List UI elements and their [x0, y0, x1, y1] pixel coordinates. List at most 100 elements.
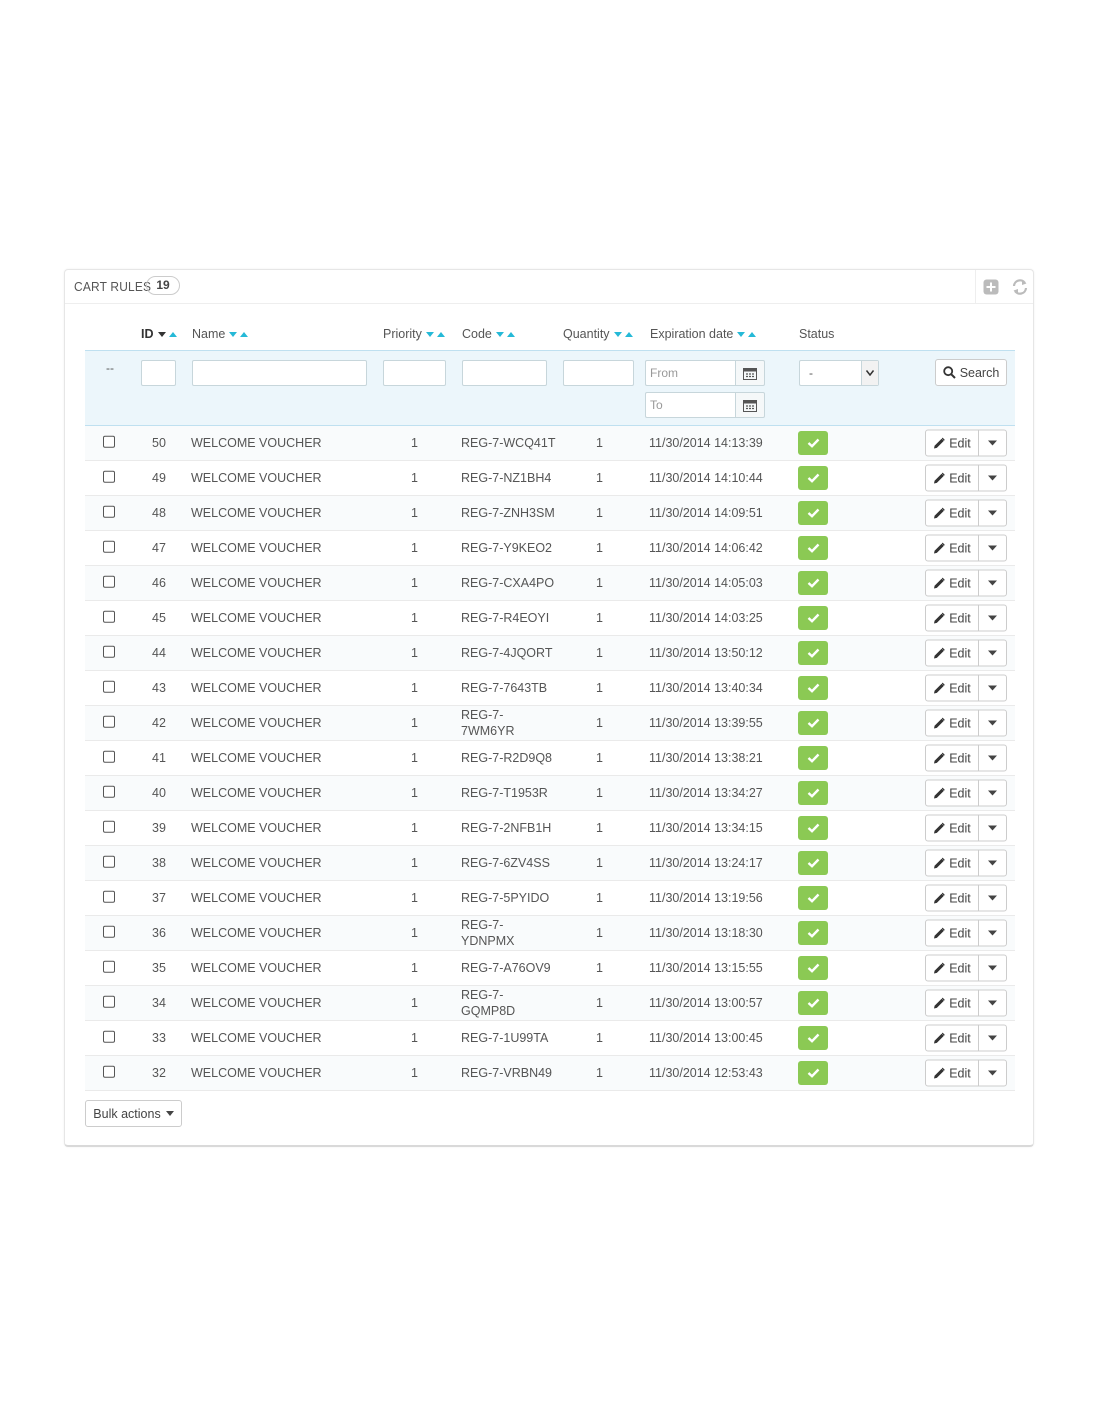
edit-button[interactable]: Edit [925, 744, 979, 772]
sort-controls[interactable] [613, 328, 635, 342]
row-actions-dropdown[interactable] [978, 954, 1007, 982]
edit-button[interactable]: Edit [925, 779, 979, 807]
edit-button[interactable]: Edit [925, 464, 979, 492]
row-actions-dropdown[interactable] [978, 639, 1007, 667]
row-checkbox[interactable] [103, 925, 115, 938]
row-actions-dropdown[interactable] [978, 744, 1007, 772]
table-row: 37 WELCOME VOUCHER 1 REG-7-5PYIDO 1 11/3… [85, 881, 1015, 916]
status-toggle[interactable] [798, 501, 828, 525]
edit-button[interactable]: Edit [925, 709, 979, 737]
row-actions-dropdown[interactable] [978, 464, 1007, 492]
status-toggle[interactable] [798, 606, 828, 630]
row-actions-dropdown[interactable] [978, 884, 1007, 912]
calendar-icon[interactable] [735, 392, 765, 418]
row-actions-dropdown[interactable] [978, 709, 1007, 737]
status-toggle[interactable] [798, 781, 828, 805]
search-button[interactable]: Search [935, 359, 1007, 386]
row-checkbox[interactable] [103, 1030, 115, 1043]
status-toggle[interactable] [798, 711, 828, 735]
status-toggle[interactable] [798, 536, 828, 560]
sort-controls[interactable] [495, 328, 517, 342]
row-checkbox[interactable] [103, 890, 115, 903]
add-new-button[interactable] [982, 278, 1000, 296]
status-toggle[interactable] [798, 641, 828, 665]
row-checkbox[interactable] [103, 750, 115, 763]
row-checkbox[interactable] [103, 470, 115, 483]
date-from-input[interactable] [645, 360, 735, 386]
calendar-icon[interactable] [735, 360, 765, 386]
row-actions-dropdown[interactable] [978, 1059, 1007, 1087]
edit-button[interactable]: Edit [925, 429, 979, 457]
row-checkbox[interactable] [103, 540, 115, 553]
row-actions-dropdown[interactable] [978, 989, 1007, 1017]
status-toggle[interactable] [798, 676, 828, 700]
row-actions-dropdown[interactable] [978, 919, 1007, 947]
sort-controls[interactable] [228, 328, 250, 342]
status-toggle[interactable] [798, 921, 828, 945]
row-checkbox[interactable] [103, 680, 115, 693]
edit-button[interactable]: Edit [925, 534, 979, 562]
row-actions-dropdown[interactable] [978, 569, 1007, 597]
status-toggle[interactable] [798, 886, 828, 910]
row-actions-dropdown[interactable] [978, 429, 1007, 457]
edit-button[interactable]: Edit [925, 639, 979, 667]
filter-id-input[interactable] [141, 360, 176, 386]
row-checkbox[interactable] [103, 645, 115, 658]
row-actions-dropdown[interactable] [978, 1024, 1007, 1052]
edit-button[interactable]: Edit [925, 814, 979, 842]
row-checkbox[interactable] [103, 435, 115, 448]
status-toggle[interactable] [798, 956, 828, 980]
status-toggle[interactable] [798, 431, 828, 455]
row-actions-dropdown[interactable] [978, 814, 1007, 842]
sort-controls[interactable] [736, 328, 758, 342]
filter-code-input[interactable] [462, 360, 547, 386]
edit-button[interactable]: Edit [925, 674, 979, 702]
row-checkbox[interactable] [103, 820, 115, 833]
status-toggle[interactable] [798, 816, 828, 840]
edit-button[interactable]: Edit [925, 954, 979, 982]
row-actions-dropdown[interactable] [978, 499, 1007, 527]
edit-button[interactable]: Edit [925, 1059, 979, 1087]
row-checkbox[interactable] [103, 785, 115, 798]
status-toggle[interactable] [798, 746, 828, 770]
row-checkbox[interactable] [103, 715, 115, 728]
status-toggle[interactable] [798, 991, 828, 1015]
row-checkbox[interactable] [103, 505, 115, 518]
edit-button[interactable]: Edit [925, 989, 979, 1017]
refresh-button[interactable] [1011, 278, 1029, 296]
cell-code: REG-7-1U99TA [461, 1031, 549, 1045]
row-actions-dropdown[interactable] [978, 849, 1007, 877]
row-checkbox[interactable] [103, 575, 115, 588]
edit-button[interactable]: Edit [925, 604, 979, 632]
edit-button[interactable]: Edit [925, 884, 979, 912]
filter-status-select[interactable]: - [799, 360, 879, 386]
check-icon [807, 788, 819, 798]
filter-priority-input[interactable] [383, 360, 446, 386]
sort-controls[interactable] [157, 328, 179, 342]
row-actions-dropdown[interactable] [978, 674, 1007, 702]
edit-button[interactable]: Edit [925, 499, 979, 527]
row-checkbox[interactable] [103, 610, 115, 623]
filter-quantity-input[interactable] [563, 360, 634, 386]
status-toggle[interactable] [798, 851, 828, 875]
row-actions-dropdown[interactable] [978, 779, 1007, 807]
row-actions-dropdown[interactable] [978, 604, 1007, 632]
row-checkbox[interactable] [103, 855, 115, 868]
status-toggle[interactable] [798, 571, 828, 595]
edit-button[interactable]: Edit [925, 919, 979, 947]
status-toggle[interactable] [798, 1061, 828, 1085]
edit-button[interactable]: Edit [925, 1024, 979, 1052]
edit-button[interactable]: Edit [925, 849, 979, 877]
edit-button[interactable]: Edit [925, 569, 979, 597]
status-toggle[interactable] [798, 466, 828, 490]
status-toggle[interactable] [798, 1026, 828, 1050]
row-actions-dropdown[interactable] [978, 534, 1007, 562]
filter-name-input[interactable] [192, 360, 367, 386]
cell-code: REG-7-​GQMP8D [461, 988, 516, 1018]
row-checkbox[interactable] [103, 995, 115, 1008]
row-checkbox[interactable] [103, 1065, 115, 1078]
row-checkbox[interactable] [103, 960, 115, 973]
sort-controls[interactable] [425, 328, 447, 342]
bulk-actions-button[interactable]: Bulk actions [85, 1100, 182, 1127]
date-to-input[interactable] [645, 392, 735, 418]
